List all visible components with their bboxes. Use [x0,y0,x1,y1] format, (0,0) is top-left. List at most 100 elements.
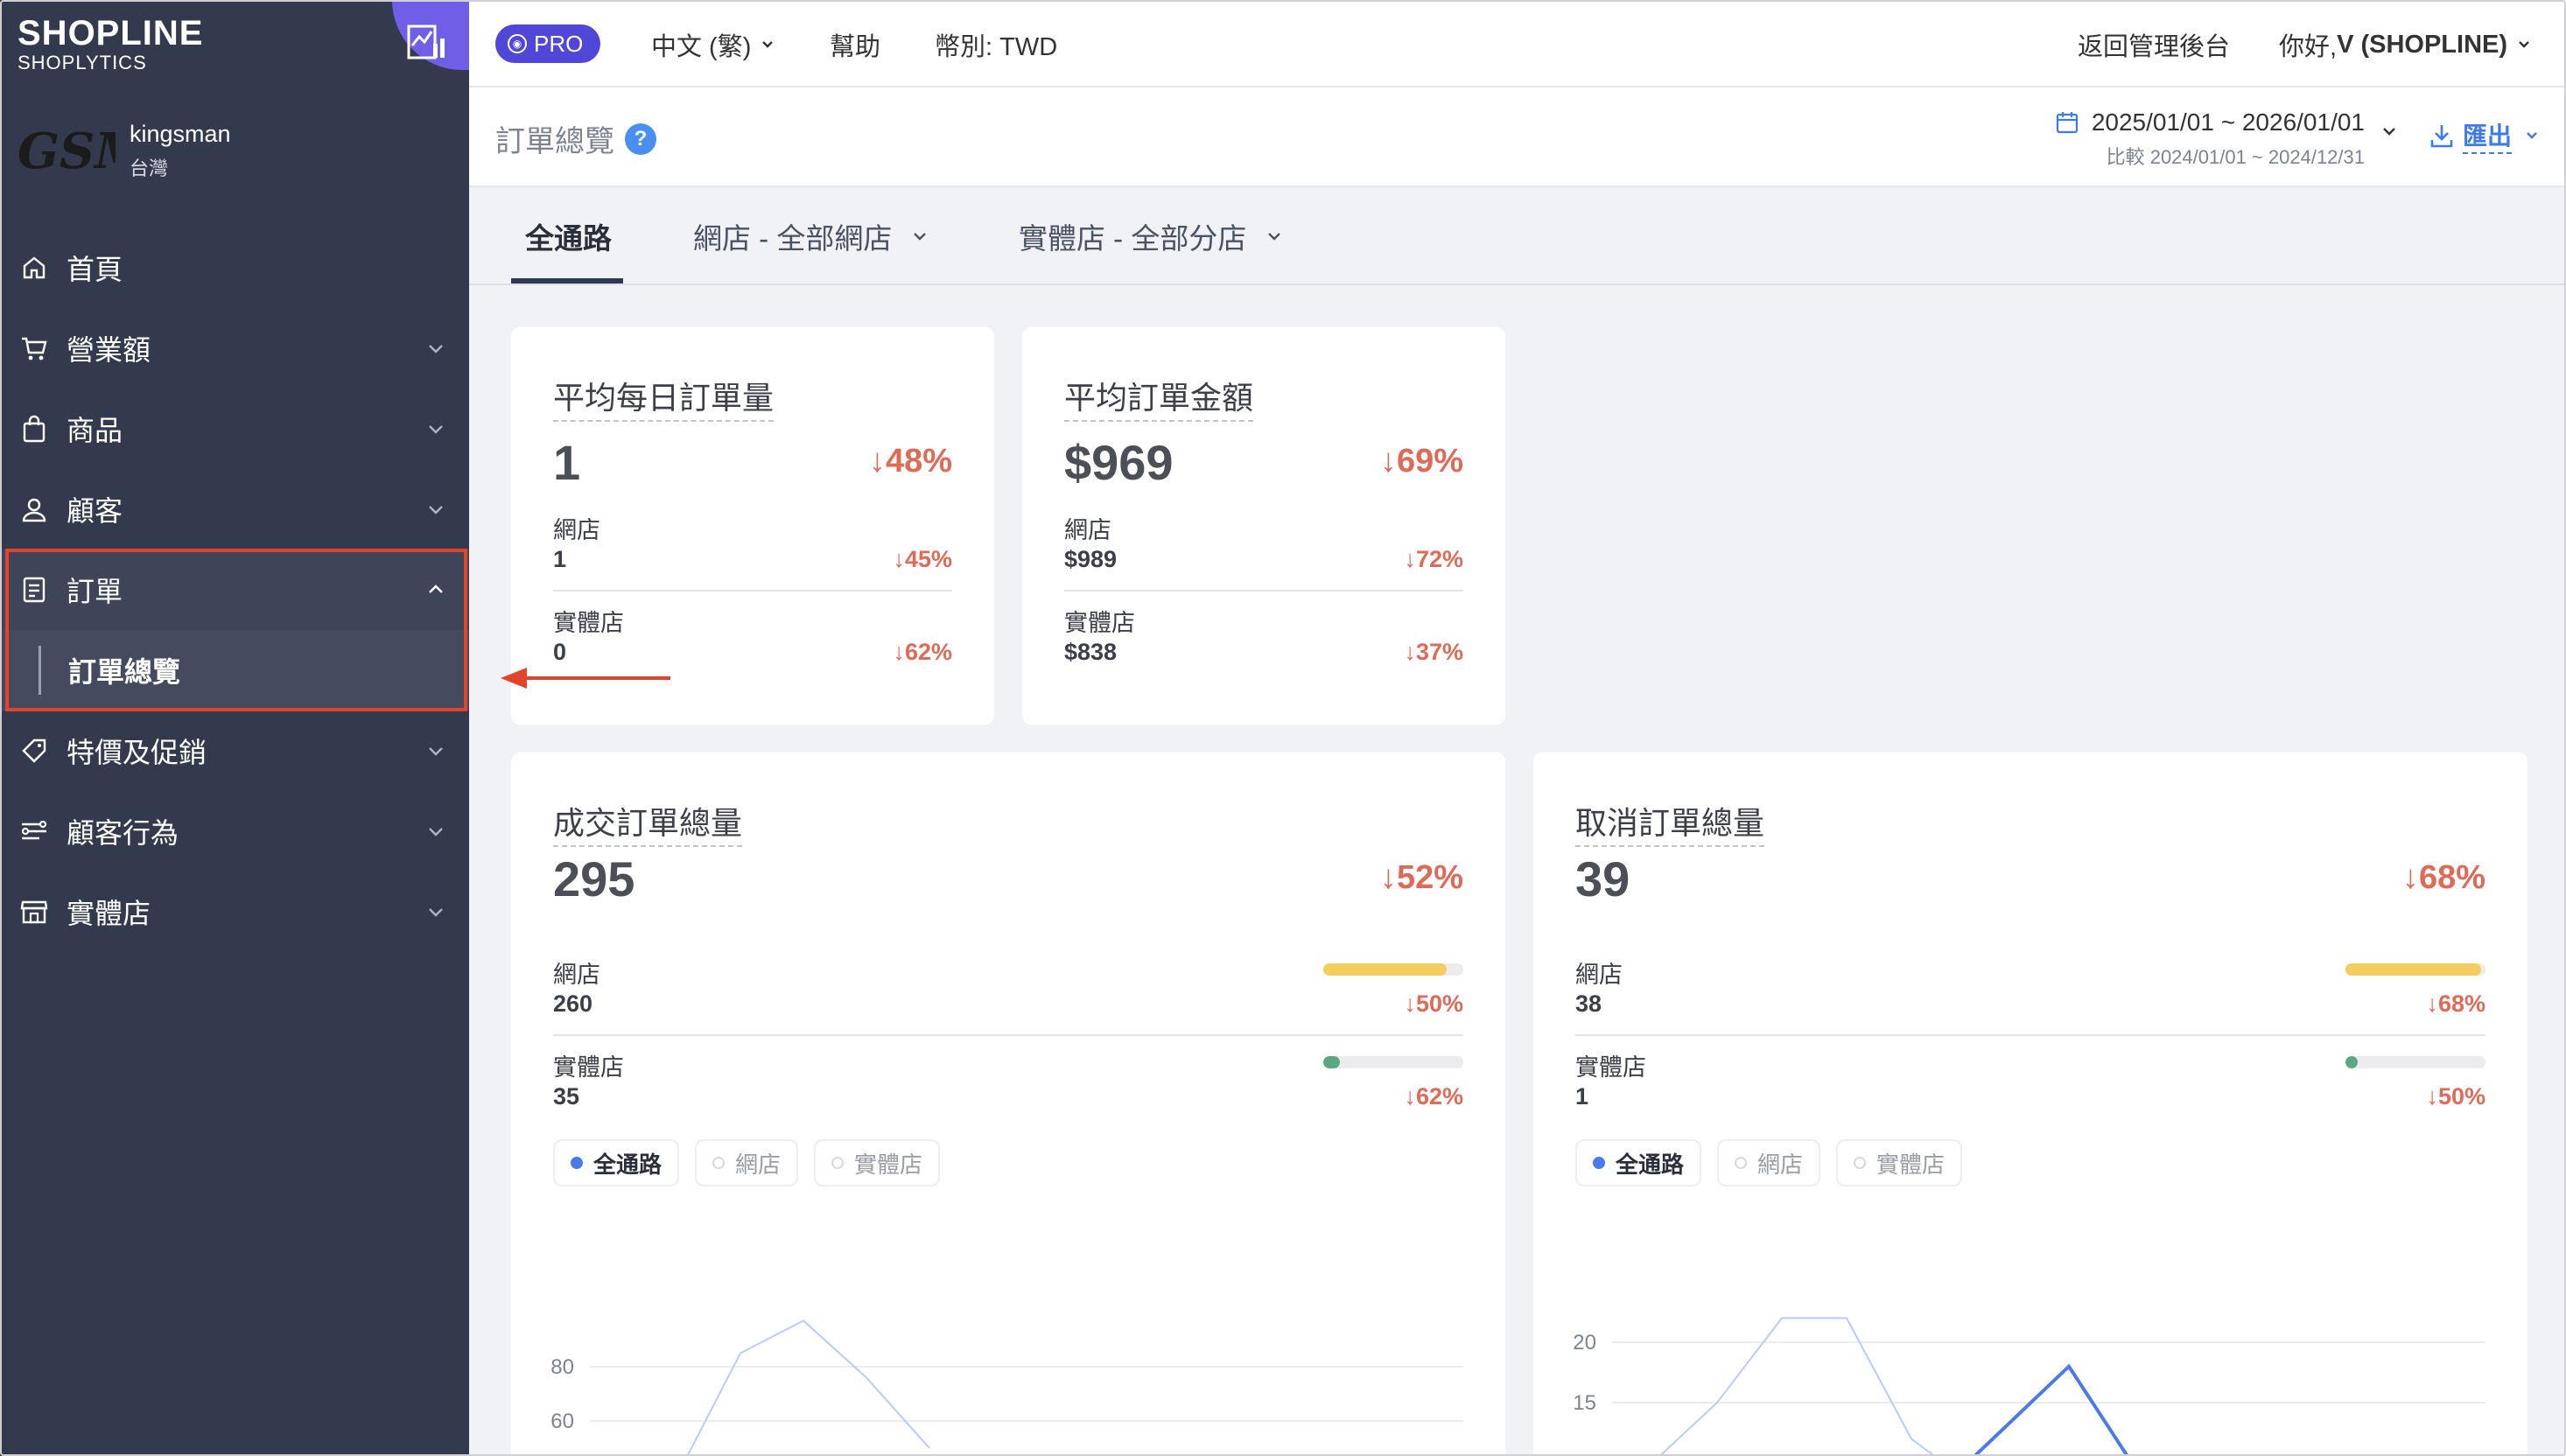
card-value: 39 [1575,851,1630,906]
home-icon [19,253,49,283]
online-value: $989 [1064,546,1118,572]
store-label: 實體店 [1064,610,1135,636]
help-link[interactable]: 幫助 [830,26,880,63]
store-region: 台灣 [130,158,169,179]
chip-all-channels[interactable]: 全通路 [1575,1139,1702,1186]
store-value: 0 [553,639,567,665]
chip-retail[interactable]: 實體店 [814,1139,941,1186]
y-tick-label: 15 [1573,1391,1596,1415]
chip-all-channels[interactable]: 全通路 [553,1139,680,1186]
chevron-down-icon [1268,233,1281,241]
pro-label: PRO [534,30,584,57]
card-value: 1 [553,435,581,490]
card-completed-orders: 成交訂單總量 295 ↓52% 網店 260 ↓50% 實體店 35 ↓62% … [511,752,1505,1456]
online-share-fill [2345,963,2482,976]
radio-dot-icon [1854,1157,1867,1169]
product-name: SHOPLYTICS [18,52,147,74]
top-bar: ◉ PRO 中文 (繁) 幫助 幣別: TWD 返回管理後台 你好, V (SH… [469,0,2566,88]
chevron-down-icon[interactable] [2380,122,2398,140]
card-title: 平均訂單金額 [1064,373,1254,422]
sidebar-item-home[interactable]: 首頁 [0,228,469,308]
user-icon [19,494,49,524]
store-label: 實體店 [1575,1054,1646,1081]
online-delta: ↓45% [893,546,952,572]
store-share-bar [2345,1056,2485,1068]
card-value: 295 [553,851,635,906]
chip-online[interactable]: 網店 [695,1139,799,1186]
online-delta: ↓50% [1404,990,1463,1017]
tab-retail-store[interactable]: 實體店 - 全部分店 [1019,215,1283,257]
store-share-fill [1323,1056,1341,1068]
brand-logo[interactable]: SHOPLINE SHOPLYTICS [18,16,203,74]
chip-online[interactable]: 網店 [1717,1139,1821,1186]
analytics-chart-icon[interactable] [407,24,447,60]
y-tick-label: 60 [550,1410,574,1433]
radio-dot-icon [1735,1157,1748,1169]
online-label: 網店 [553,962,600,988]
tag-icon [19,736,49,766]
chevron-up-icon [429,584,443,593]
sidebar-item-promotions[interactable]: 特價及促銷 [0,710,469,791]
card-delta: ↓68% [2401,859,2485,896]
chip-label: 網店 [1757,1151,1804,1178]
cancelled-orders-chart: 2015 [1573,1317,2485,1456]
divider [553,1034,1463,1036]
chevron-down-icon [2519,41,2529,48]
series-line-previous-period [686,1320,930,1456]
chip-label: 實體店 [854,1151,923,1178]
store-share-fill [2345,1056,2359,1068]
sidebar-nav: 首頁 營業額 商品 顧客 訂單 訂單總覽 特價及促銷 顧客行為 實體店 [0,228,469,952]
language-label: 中文 (繁) [651,33,752,61]
sidebar-item-customers[interactable]: 顧客 [0,469,469,550]
sidebar-item-retail-store[interactable]: 實體店 [0,872,469,952]
store-switcher[interactable]: GSM kingsman 台灣 [18,121,231,181]
greeting-user: V (SHOPLINE) [2337,30,2508,59]
sidebar-item-label: 商品 [67,415,123,446]
online-share-fill [1323,963,1447,976]
sidebar-item-orders[interactable]: 訂單 [0,550,469,630]
bag-icon [19,414,49,444]
active-tab-indicator [511,278,623,284]
sidebar-item-label: 首頁 [67,254,123,285]
help-icon[interactable]: ? [625,122,656,155]
card-title: 平均每日訂單量 [553,373,775,422]
store-delta: ↓37% [1404,639,1463,665]
card-cancelled-orders: 取消訂單總量 39 ↓68% 網店 38 ↓68% 實體店 1 ↓50% 全通路… [1533,752,2527,1456]
chevron-down-icon [429,828,443,836]
online-value: 260 [553,990,593,1017]
radio-dot-icon [831,1157,845,1169]
sidebar-item-revenue[interactable]: 營業額 [0,308,469,388]
language-selector[interactable]: 中文 (繁) [651,26,775,63]
tab-online-store[interactable]: 網店 - 全部網店 [693,215,929,257]
chevron-down-icon [914,233,927,241]
card-delta: ↓52% [1379,859,1463,896]
page-header: 訂單總覽 ? 2025/01/01 ~ 2026/01/01 比較 2024/0… [469,88,2566,187]
date-range-text: 2025/01/01 ~ 2026/01/01 [2091,108,2365,136]
store-value: $838 [1064,639,1118,665]
sidebar-subitem-order-overview[interactable]: 訂單總覽 [0,630,469,710]
sidebar-item-behavior[interactable]: 顧客行為 [0,791,469,872]
back-to-admin-link[interactable]: 返回管理後台 [2078,26,2230,63]
date-range-main: 2025/01/01 ~ 2026/01/01 [2055,108,2365,136]
store-share-bar [1323,1056,1463,1068]
export-button[interactable]: 匯出 [2429,117,2540,154]
behavior-icon [19,816,49,846]
radio-dot-icon [712,1157,726,1169]
store-label: 實體店 [553,610,624,636]
date-range-picker[interactable]: 2025/01/01 ~ 2026/01/01 比較 2024/01/01 ~ … [2055,108,2365,170]
tab-all-channels[interactable]: 全通路 [525,215,612,257]
download-icon [2430,125,2453,148]
chip-label: 全通路 [1616,1151,1685,1178]
chip-label: 全通路 [593,1151,663,1178]
chevron-down-icon [2527,132,2537,139]
store-delta: ↓62% [1404,1083,1463,1110]
online-value: 1 [553,546,567,572]
brand-name: SHOPLINE [18,14,204,52]
sidebar-item-products[interactable]: 商品 [0,388,469,469]
series-line-current-period [1972,1363,2130,1456]
chevron-down-icon [429,908,443,917]
pro-badge[interactable]: ◉ PRO [495,24,601,63]
online-share-bar [1323,963,1463,976]
user-menu[interactable]: 你好, V (SHOPLINE) [2279,26,2532,63]
chip-retail[interactable]: 實體店 [1836,1139,1963,1186]
